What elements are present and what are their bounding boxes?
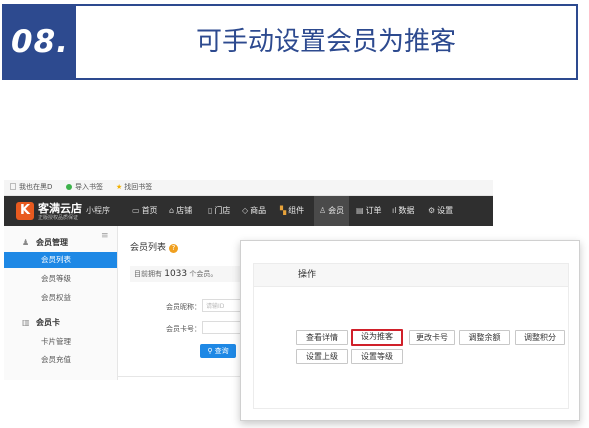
nav-widgets[interactable]: ▚ 组件 — [280, 196, 304, 226]
grid-icon: ▚ — [280, 206, 287, 215]
user-icon: ♙ — [319, 206, 327, 215]
sidebar-group-member: ♟ 会员管理 — [22, 237, 68, 248]
operations-header: 操作 — [253, 263, 569, 287]
count-prefix: 目前拥有 — [134, 270, 162, 278]
nav-label: 商品 — [250, 206, 267, 215]
operations-body — [253, 287, 569, 409]
view-details-button[interactable]: 查看详情 — [296, 330, 348, 345]
nav-label: 订单 — [365, 206, 382, 215]
step-banner: 08. 可手动设置会员为推客 — [2, 4, 578, 80]
nav-label: 会员 — [328, 206, 345, 215]
nav-store[interactable]: ▯ 门店 — [208, 196, 230, 226]
count-value: 1033 — [164, 269, 188, 279]
sidebar-item-member-recharge[interactable]: 会员充值 — [4, 352, 117, 368]
bookmark-item[interactable]: ★ 找回书签 — [116, 180, 152, 195]
sidebar-group-card: ▥ 会员卡 — [22, 317, 60, 328]
sidebar-item-member-list[interactable]: 会员列表 — [4, 252, 117, 268]
nav-goods[interactable]: ◇ 商品 — [242, 196, 266, 226]
page-title: 会员列表? — [130, 240, 179, 253]
adjust-points-button[interactable]: 调整积分 — [515, 330, 565, 345]
tag-icon: ◇ — [242, 206, 249, 215]
gear-icon: ⚙ — [428, 206, 436, 215]
card-icon: ▥ — [22, 318, 30, 327]
star-icon: ★ — [116, 183, 123, 191]
page-title-text: 会员列表 — [130, 243, 167, 253]
nav-shop[interactable]: ⌂ 店铺 — [169, 196, 192, 226]
sidebar-item-member-level[interactable]: 会员等级 — [4, 271, 117, 287]
receipt-icon: ▤ — [356, 206, 364, 215]
bar-chart-icon: ıl — [392, 206, 397, 215]
nav-data[interactable]: ıl 数据 — [392, 196, 414, 226]
bookmark-bar: 我也在黑D 导入书签 ★ 找回书签 — [4, 180, 493, 196]
nav-label: 数据 — [398, 206, 415, 215]
logo-subtitle: 正版授权品质保证 — [38, 215, 79, 221]
query-button[interactable]: ⚲ 查询 — [200, 344, 236, 358]
import-icon — [66, 184, 72, 190]
query-label: 查询 — [214, 347, 229, 355]
search-icon: ⚲ — [207, 347, 215, 355]
logo-icon: K — [16, 202, 34, 220]
nav-label: 门店 — [214, 206, 231, 215]
house-icon: ⌂ — [169, 206, 175, 215]
monitor-icon: ▭ — [132, 206, 140, 215]
step-number: 08. — [4, 6, 76, 78]
bookmark-label: 导入书签 — [75, 183, 103, 191]
nav-member[interactable]: ♙ 会员 — [314, 196, 350, 226]
sidebar-item-member-rights[interactable]: 会员权益 — [4, 290, 117, 306]
page-icon — [10, 183, 16, 190]
sidebar-item-card-manage[interactable]: 卡片管理 — [4, 334, 117, 350]
top-navbar: K 客满云店 正版授权品质保证 小程序 ▭ 首页 ⌂ 店铺 ▯ 门店 ◇ 商品 ▚ 组件 … — [4, 196, 493, 226]
bookmark-item[interactable]: 导入书签 — [66, 180, 103, 195]
adjust-balance-button[interactable]: 调整余额 — [459, 330, 510, 345]
card-number-label: 会员卡号： — [166, 325, 201, 333]
nav-settings[interactable]: ⚙ 设置 — [428, 196, 453, 226]
bookmark-item[interactable]: 我也在黑D — [10, 180, 52, 195]
help-icon[interactable]: ? — [169, 244, 179, 253]
sidebar-group-label: 会员卡 — [36, 318, 60, 327]
menu-collapse-icon[interactable]: ≡ — [101, 231, 109, 241]
users-icon: ♟ — [22, 238, 30, 247]
operations-zoom: 操作 查看详情 设为推客 更改卡号 调整余额 调整积分 设置上级 设置等级 — [240, 240, 580, 421]
count-suffix: 个会员。 — [189, 270, 218, 278]
sidebar-group-label: 会员管理 — [36, 238, 68, 247]
bookmark-label: 找回书签 — [124, 183, 153, 191]
mini-program-label: 小程序 — [86, 206, 110, 215]
set-level-button[interactable]: 设置等级 — [351, 349, 403, 364]
member-count: 目前拥有 1033 个会员。 — [130, 266, 250, 282]
nickname-label: 会员昵称： — [166, 303, 201, 311]
bookmark-label: 我也在黑D — [19, 183, 53, 191]
door-icon: ▯ — [208, 206, 213, 215]
change-card-button[interactable]: 更改卡号 — [409, 330, 455, 345]
step-title: 可手动设置会员为推客 — [195, 27, 456, 57]
sidebar: ≡ ♟ 会员管理 会员列表 会员等级 会员权益 ▥ 会员卡 卡片管理 会员充值 — [4, 226, 118, 380]
nav-label: 首页 — [141, 206, 158, 215]
nav-label: 店铺 — [176, 206, 193, 215]
nav-label: 组件 — [288, 206, 305, 215]
nav-label: 设置 — [437, 206, 454, 215]
nav-home[interactable]: ▭ 首页 — [132, 196, 158, 226]
set-promoter-button[interactable]: 设为推客 — [351, 329, 403, 346]
set-superior-button[interactable]: 设置上级 — [296, 349, 348, 364]
nav-orders[interactable]: ▤ 订单 — [356, 196, 382, 226]
